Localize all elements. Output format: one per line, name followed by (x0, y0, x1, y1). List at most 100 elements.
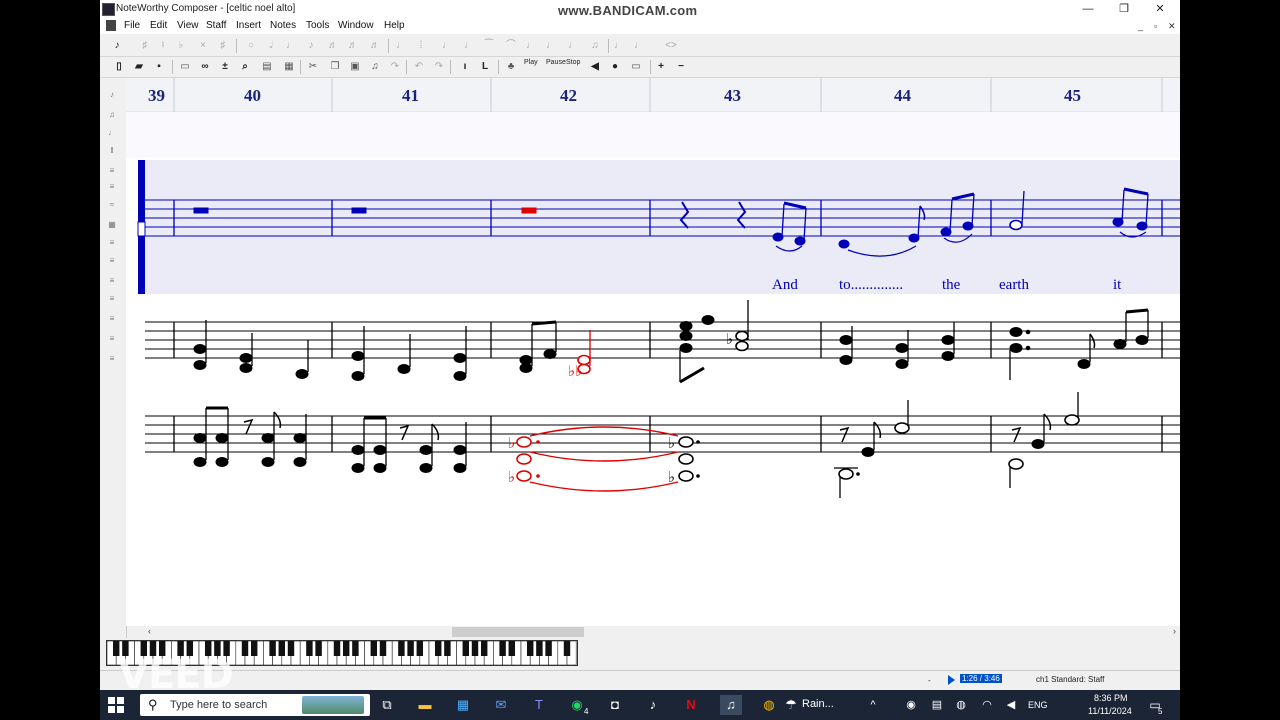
staff-list-icon[interactable]: ≡ (104, 238, 120, 248)
horizontal-scrollbar[interactable]: ‹ › (146, 626, 1180, 638)
remove-staff-icon[interactable]: − (674, 60, 688, 74)
barline-tool-icon[interactable]: ‖ (104, 146, 120, 156)
noteworthy-taskbar-icon[interactable]: ♫ (720, 695, 742, 715)
print-icon[interactable]: ▦ (282, 60, 296, 74)
cut-icon[interactable]: ✂ (306, 60, 320, 74)
scroll-left-arrow-icon[interactable]: ‹ (148, 626, 151, 636)
flat-icon[interactable]: ♭ (174, 39, 188, 53)
instrument-icon[interactable]: ♣ (504, 60, 518, 74)
tray-time[interactable]: 8:36 PM (1094, 693, 1128, 703)
menu-tools[interactable]: Tools (306, 20, 329, 31)
print-preview-icon[interactable]: ▤ (260, 60, 274, 74)
score-canvas[interactable]: 39 40 41 42 43 44 45 And to.............… (126, 78, 1180, 626)
staccato-icon[interactable]: ♩ (524, 39, 538, 53)
repeat-icon[interactable]: ↷ (432, 60, 446, 74)
lyric-icon[interactable]: L (478, 60, 492, 74)
natural-icon[interactable]: ♮ (156, 39, 170, 53)
key-sig-tool-icon[interactable]: ♫ (104, 110, 120, 120)
tie-icon[interactable]: ⁀ (482, 39, 496, 53)
menu-insert[interactable]: Insert (236, 20, 261, 31)
text-cursor-icon[interactable]: ı (458, 60, 472, 74)
notifications-icon[interactable]: ▭ (1144, 695, 1166, 715)
staff-list-icon[interactable]: ≡ (104, 294, 120, 304)
zoom-icon[interactable]: ⌕ (238, 60, 252, 74)
language-indicator[interactable]: ENG (1028, 700, 1048, 710)
stop-button[interactable]: Stop (566, 59, 580, 67)
undo-icon[interactable]: ↶ (412, 60, 426, 74)
tray-app-icon[interactable]: ◉ (900, 695, 922, 715)
page-view-icon[interactable]: ▭ (178, 60, 192, 74)
netflix-icon[interactable]: N (680, 695, 702, 715)
taskbar-search-box[interactable]: ⚲ Type here to search (140, 694, 370, 716)
task-view-icon[interactable]: ⧉ (376, 695, 398, 715)
dynamic-tool-icon[interactable]: ≡ (104, 166, 120, 176)
menu-window[interactable]: Window (338, 20, 374, 31)
wifi-icon[interactable]: ◠ (976, 695, 998, 715)
volume-tray-icon[interactable]: ◀ (1000, 695, 1022, 715)
dotted-icon[interactable]: ♩ (440, 39, 454, 53)
chord-icon[interactable]: ⁞ (414, 39, 428, 53)
tray-app-icon[interactable]: ▤ (926, 695, 948, 715)
staff-list-icon[interactable]: ≡ (104, 314, 120, 324)
quarter-note-icon[interactable]: ♩ (284, 39, 298, 53)
scroll-thumb[interactable] (452, 627, 584, 637)
camera-icon[interactable]: ◘ (604, 695, 626, 715)
slur-tool-icon[interactable]: ♫ (368, 60, 382, 74)
file-explorer-icon[interactable]: ▬ (414, 695, 436, 715)
double-sharp-icon[interactable]: ♯ (216, 39, 230, 53)
whole-note-icon[interactable]: ○ (244, 39, 258, 53)
add-staff-icon[interactable]: + (654, 60, 668, 74)
teams-icon[interactable]: T (528, 695, 550, 715)
double-dotted-icon[interactable]: ♩ (462, 39, 476, 53)
mdi-close-button[interactable]: ✕ (1168, 21, 1176, 32)
menu-file[interactable]: File (124, 20, 140, 31)
triplet-icon[interactable]: ♩ (612, 39, 626, 53)
menu-help[interactable]: Help (384, 20, 405, 31)
maximize-button[interactable]: ❐ (1106, 1, 1142, 17)
grid-tool-icon[interactable]: ▦ (104, 220, 120, 230)
microsoft-store-icon[interactable]: ▦ (452, 695, 474, 715)
open-file-icon[interactable]: ▰ (132, 60, 146, 74)
staff-list-icon[interactable]: ≡ (104, 354, 120, 364)
minimize-button[interactable]: — (1070, 1, 1106, 17)
note-select-icon[interactable]: ♪ (110, 39, 124, 53)
double-flat-icon[interactable]: × (196, 39, 210, 53)
volume-icon[interactable]: ◀ (588, 60, 602, 74)
sharp-icon[interactable]: ♯ (138, 39, 152, 53)
tray-chevron-icon[interactable]: ^ (862, 695, 884, 715)
keyboard-icon[interactable]: ▭ (626, 60, 646, 74)
clef-tool-icon[interactable]: ♪ (104, 90, 120, 100)
eighth-note-icon[interactable]: ♪ (304, 39, 318, 53)
menu-notes[interactable]: Notes (270, 20, 296, 31)
record-icon[interactable]: ● (608, 60, 622, 74)
crescendo-icon[interactable]: <> (652, 39, 690, 53)
tiktok-icon[interactable]: ♪ (642, 695, 664, 715)
beam-icon[interactable]: ♩ (632, 39, 646, 53)
chrome-icon[interactable]: ◍ (758, 695, 780, 715)
glasses-icon[interactable]: ∞ (198, 60, 212, 74)
save-icon[interactable]: ▪ (152, 60, 166, 74)
half-note-icon[interactable]: 𝅗𝅥 (264, 39, 278, 53)
tray-date[interactable]: 11/11/2024 (1088, 706, 1132, 716)
weather-text[interactable]: Rain... (802, 698, 834, 710)
windows-start-icon[interactable] (108, 697, 124, 713)
menu-view[interactable]: View (177, 20, 199, 31)
sixty-fourth-note-icon[interactable]: ♬ (368, 39, 382, 53)
pedal-tool-icon[interactable]: ≈ (104, 200, 120, 210)
scroll-right-arrow-icon[interactable]: › (1173, 626, 1176, 636)
thirty-second-note-icon[interactable]: ♬ (346, 39, 360, 53)
redo-icon[interactable]: ↷ (388, 60, 402, 74)
copy-icon[interactable]: ❐ (328, 60, 342, 74)
sixteenth-note-icon[interactable]: ♬ (326, 39, 340, 53)
slur-icon[interactable]: ⌒ (504, 39, 518, 53)
play-button[interactable]: Play (524, 59, 538, 67)
grace-note-icon[interactable]: ♫ (588, 39, 602, 53)
staff-list-icon[interactable]: ≡ (104, 276, 120, 286)
menu-staff[interactable]: Staff (206, 20, 226, 31)
time-sig-tool-icon[interactable]: ♩ (104, 128, 120, 138)
mdi-minimize-button[interactable]: _ (1138, 21, 1143, 31)
close-button[interactable]: ✕ (1142, 1, 1178, 17)
mdi-restore-button[interactable]: ▫ (1154, 21, 1157, 31)
staff-list-icon[interactable]: ≡ (104, 256, 120, 266)
tenuto-icon[interactable]: ♩ (566, 39, 580, 53)
